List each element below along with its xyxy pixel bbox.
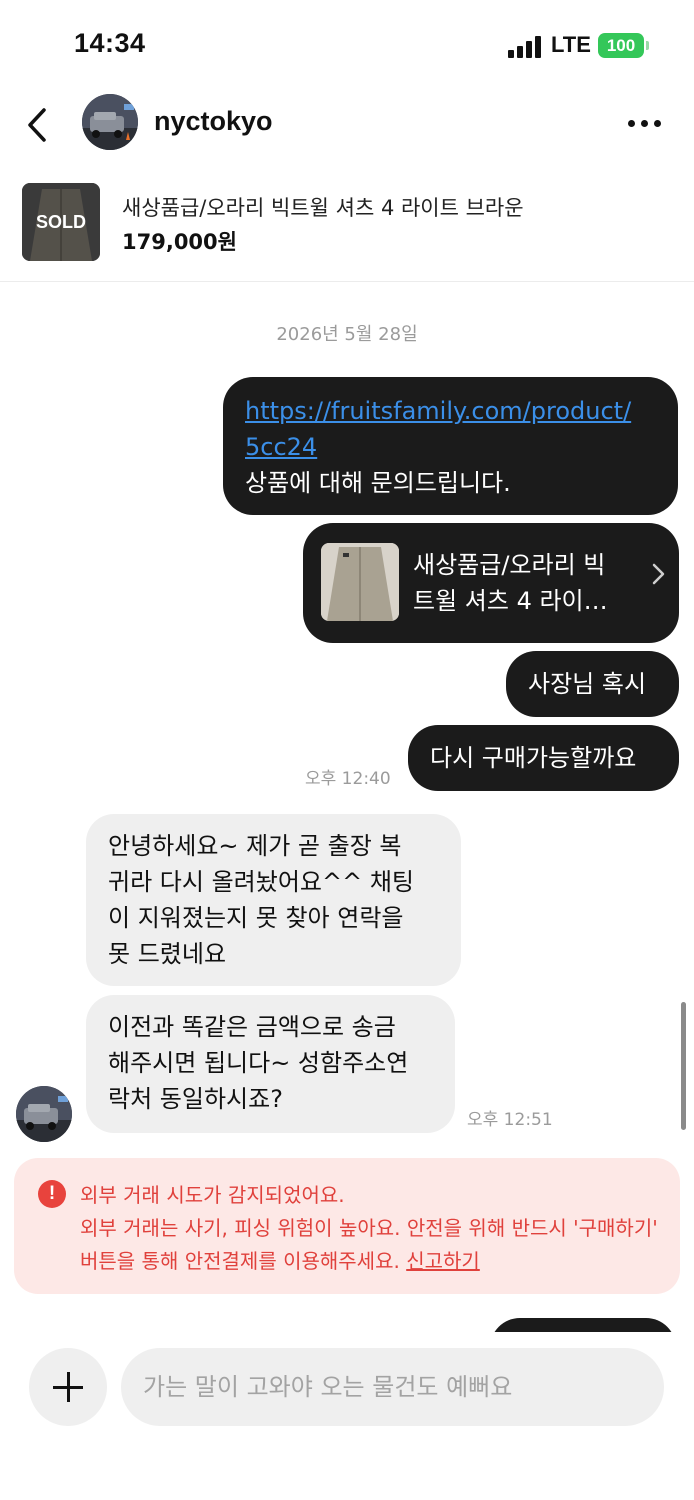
sold-badge: SOLD — [22, 183, 100, 261]
composer-bar — [0, 1332, 694, 1500]
warning-title: 외부 거래 시도가 감지되었어요. — [80, 1183, 345, 1207]
product-link[interactable]: https://fruitsfamily.com/product/ 5cc24 — [245, 393, 656, 465]
scrollbar[interactable] — [681, 1002, 686, 1130]
message-text: 사장님 혹시 — [528, 670, 647, 698]
alert-icon: ! — [38, 1180, 66, 1208]
status-time: 14:34 — [74, 28, 146, 58]
sender-avatar-photo — [16, 1086, 72, 1142]
battery-tip — [646, 41, 649, 50]
avatar-photo — [82, 94, 138, 150]
message-text: 상품에 대해 문의드립니다. — [245, 469, 511, 497]
card-product-title: 새상품급/오라리 빅 트윌 셔츠 4 라이… — [413, 551, 608, 615]
signal-icon — [508, 36, 544, 58]
product-price: 179,000원 — [122, 230, 237, 254]
sender-avatar[interactable] — [16, 1086, 72, 1142]
message-bubble-outgoing: 사장님 혹시 — [506, 651, 679, 717]
chevron-right-icon — [652, 563, 665, 585]
network-label: LTE — [551, 32, 591, 57]
warning-body: 외부 거래는 사기, 피싱 위험이 높아요. 안전을 위해 반드시 '구매하기'… — [80, 1216, 658, 1273]
back-button[interactable] — [20, 102, 60, 148]
back-chevron-icon — [28, 108, 46, 142]
card-product-thumbnail — [321, 543, 399, 621]
message-timestamp: 오후 12:40 — [305, 769, 391, 789]
product-thumbnail: SOLD — [22, 183, 100, 261]
battery-icon: 100 — [598, 33, 644, 58]
message-input[interactable] — [121, 1348, 664, 1426]
message-bubble-incoming: 이전과 똑같은 금액으로 송금 해주시면 됩니다~ 성함주소연 락처 동일하시죠… — [86, 995, 455, 1133]
plus-icon[interactable] — [29, 1348, 107, 1426]
username[interactable]: nyctokyo — [154, 106, 273, 137]
more-options-button[interactable] — [622, 108, 666, 138]
message-bubble-outgoing: https://fruitsfamily.com/product/ 5cc24 … — [223, 377, 678, 515]
more-dots-icon — [628, 120, 635, 127]
report-link[interactable]: 신고하기 — [406, 1249, 480, 1273]
date-separator: 2026년 5월 28일 — [276, 324, 418, 345]
chat-header: nyctokyo — [0, 90, 694, 160]
status-bar: 14:34 LTE 100 — [0, 0, 694, 90]
avatar[interactable] — [82, 94, 138, 150]
message-timestamp: 오후 12:51 — [467, 1110, 553, 1130]
product-card-message[interactable]: 새상품급/오라리 빅 트윌 셔츠 4 라이… — [303, 523, 679, 643]
product-bar[interactable]: SOLD 새상품급/오라리 빅트윌 셔츠 4 라이트 브라운 179,000원 — [0, 178, 694, 282]
external-trade-warning: ! 외부 거래 시도가 감지되었어요. 외부 거래는 사기, 피싱 위험이 높아… — [14, 1158, 680, 1294]
card-product-image — [321, 543, 399, 621]
product-title: 새상품급/오라리 빅트윌 셔츠 4 라이트 브라운 — [122, 196, 524, 220]
message-bubble-incoming: 안녕하세요~ 제가 곧 출장 복 귀라 다시 올려놨어요^^ 채팅 이 지워졌는… — [86, 814, 461, 986]
message-bubble-outgoing: 다시 구매가능할까요 — [408, 725, 679, 791]
message-text: 다시 구매가능할까요 — [430, 744, 637, 772]
